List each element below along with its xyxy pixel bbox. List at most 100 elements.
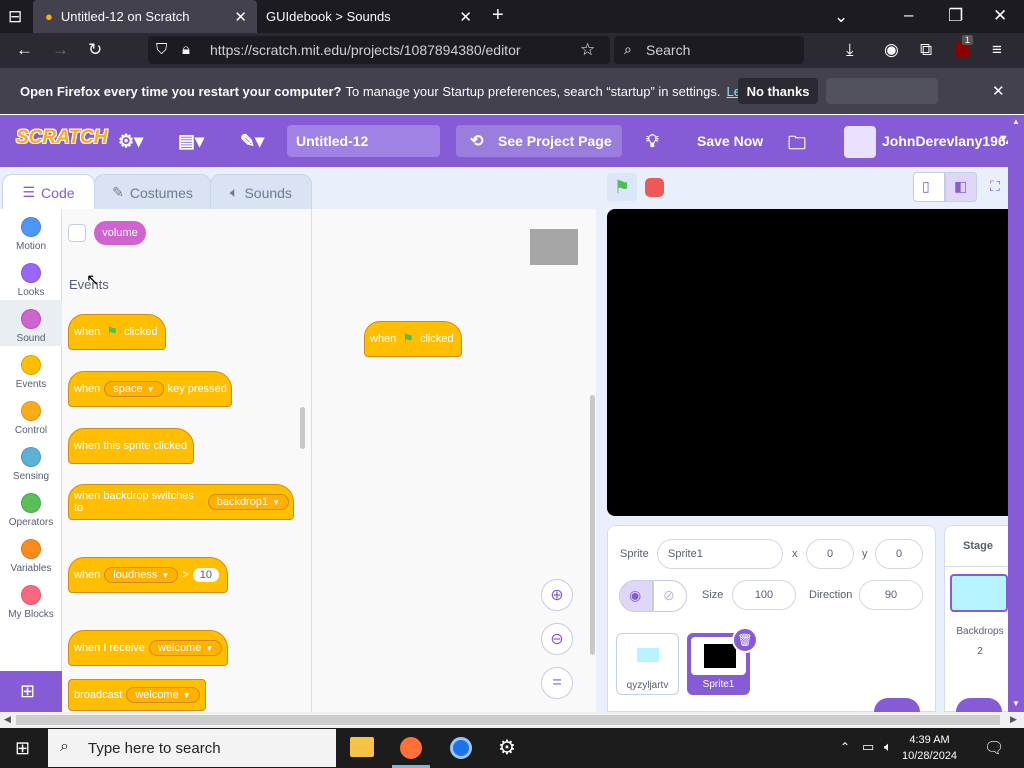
category-events[interactable]: Events <box>0 355 62 390</box>
size-input[interactable]: 100 <box>732 580 796 610</box>
broadcast-dropdown[interactable]: welcome ▼ <box>126 687 200 703</box>
tab-sounds[interactable]: 🔈︎ Sounds <box>210 174 312 210</box>
forward-icon[interactable]: → <box>52 41 69 58</box>
sprite-name-input[interactable]: Sprite1 <box>657 539 783 569</box>
category-my-blocks[interactable]: My Blocks <box>0 585 62 620</box>
volume-icon[interactable]: 🔈︎ <box>884 739 892 755</box>
avatar[interactable] <box>844 126 876 158</box>
network-icon[interactable]: ▭ <box>862 739 874 755</box>
lightbulb-icon[interactable]: 💡︎ <box>646 131 659 152</box>
username[interactable]: JohnDerevlany1964 <box>882 133 1014 149</box>
edit-menu-icon[interactable]: ✎▾ <box>240 131 264 152</box>
scratch-logo[interactable]: SCRATCH <box>16 127 107 149</box>
choose-sprite-button[interactable] <box>874 698 920 712</box>
x-input[interactable]: 0 <box>806 539 854 569</box>
scroll-down-icon[interactable]: ▼ <box>1012 699 1020 708</box>
taskbar-search[interactable]: ⌕ Type here to search <box>48 729 336 767</box>
small-stage-button[interactable]: ▯ <box>913 172 945 202</box>
tab-scratch[interactable]: ● Untitled-12 on Scratch ✕ <box>33 0 257 33</box>
direction-input[interactable]: 90 <box>859 580 923 610</box>
palette-scrollbar[interactable] <box>300 407 305 449</box>
category-sound[interactable]: Sound <box>0 309 62 344</box>
zoom-out-button[interactable]: ⊖ <box>541 623 573 655</box>
close-tab-icon[interactable]: ✕ <box>459 8 472 26</box>
search-field[interactable]: ⌕ Search <box>614 36 804 64</box>
when-flag-clicked-block[interactable]: when ⚑ clicked <box>68 314 166 350</box>
script-when-flag-clicked-block[interactable]: when ⚑ clicked <box>364 321 462 357</box>
notifications-icon[interactable]: 🗨︎ <box>984 738 1004 758</box>
category-sensing[interactable]: Sensing <box>0 447 62 482</box>
category-variables[interactable]: Variables <box>0 539 62 574</box>
address-bar[interactable]: ⛉ 🔒︎ https://scratch.mit.edu/projects/10… <box>148 36 610 64</box>
category-motion[interactable]: Motion <box>0 217 62 252</box>
bookmark-star-icon[interactable]: ☆ <box>580 41 595 58</box>
zoom-reset-button[interactable]: = <box>541 667 573 699</box>
sensor-dropdown[interactable]: loudness ▼ <box>104 567 179 583</box>
download-icon[interactable]: ⤓ <box>846 41 854 58</box>
scroll-left-icon[interactable]: ◀ <box>4 714 11 725</box>
zoom-in-button[interactable]: ⊕ <box>541 579 573 611</box>
when-key-pressed-block[interactable]: when space ▼ key pressed <box>68 371 232 407</box>
tab-list-icon[interactable]: ⊟ <box>8 8 22 25</box>
when-i-receive-block[interactable]: when I receive welcome ▼ <box>68 630 228 666</box>
tab-guidebook[interactable]: GUIdebook > Sounds ✕ <box>258 0 482 33</box>
settings-gear-icon[interactable]: ⚙ <box>498 735 516 760</box>
scroll-right-icon[interactable]: ▶ <box>1010 714 1017 725</box>
page-vertical-scrollbar[interactable]: ▲ ▼ <box>1008 115 1024 712</box>
see-project-page-button[interactable]: ⟲ See Project Page <box>456 125 622 157</box>
hide-sprite-button[interactable]: ⊘ <box>653 580 687 612</box>
no-thanks-button[interactable]: No thanks <box>738 78 818 104</box>
extensions-icon[interactable]: ⧉ <box>920 41 932 58</box>
chrome-icon[interactable] <box>450 737 472 759</box>
category-operators[interactable]: Operators <box>0 493 62 528</box>
back-icon[interactable]: ← <box>16 41 33 58</box>
y-input[interactable]: 0 <box>875 539 923 569</box>
when-sprite-clicked-block[interactable]: when this sprite clicked <box>68 428 194 464</box>
taskbar-clock[interactable]: 4:39 AM 10/28/2024 <box>902 732 957 764</box>
stop-button[interactable] <box>645 178 664 197</box>
normal-stage-button[interactable]: ◧ <box>945 172 977 202</box>
when-backdrop-switches-block[interactable]: when backdrop switches to backdrop1 ▼ <box>68 484 294 520</box>
file-menu-icon[interactable]: ▤▾ <box>178 131 204 152</box>
scroll-up-icon[interactable]: ▲ <box>1012 117 1020 126</box>
windows-start-icon[interactable]: ⊞ <box>15 738 30 759</box>
chevron-down-icon[interactable]: ⌄ <box>834 8 848 25</box>
chevron-up-icon[interactable]: ⌃ <box>840 740 850 754</box>
loudness-value-input[interactable]: 10 <box>192 568 219 582</box>
reload-icon[interactable]: ↻ <box>88 41 102 58</box>
close-window-icon[interactable]: ✕ <box>993 7 1007 24</box>
script-scrollbar[interactable] <box>590 395 595 655</box>
delete-sprite-button[interactable]: 🗑︎ <box>732 627 758 653</box>
close-notification-icon[interactable]: ✕ <box>992 82 1005 100</box>
firefox-icon[interactable] <box>400 737 422 759</box>
menu-icon[interactable]: ≡ <box>992 41 1002 58</box>
volume-reporter-block[interactable]: volume <box>94 221 146 245</box>
show-sprite-button[interactable]: ◉ <box>619 580 653 612</box>
fullscreen-icon[interactable]: ⛶ <box>990 178 1000 195</box>
new-tab-icon[interactable]: + <box>492 5 504 25</box>
stage-canvas[interactable] <box>607 209 1012 516</box>
volume-checkbox[interactable] <box>68 224 86 242</box>
settings-gear-icon[interactable]: ⚙▾ <box>118 131 143 152</box>
notification-secondary-button[interactable] <box>826 78 938 104</box>
category-control[interactable]: Control <box>0 401 62 436</box>
choose-backdrop-button[interactable] <box>956 698 1002 712</box>
file-explorer-icon[interactable] <box>350 737 374 757</box>
broadcast-block[interactable]: broadcast welcome ▼ <box>68 679 206 711</box>
tab-costumes[interactable]: ✎ Costumes <box>94 174 211 210</box>
add-extension-button[interactable]: ⊞ <box>0 671 62 712</box>
save-now-button[interactable]: Save Now <box>697 133 763 149</box>
project-title-input[interactable]: Untitled-12 <box>287 125 440 157</box>
page-horizontal-scrollbar[interactable]: ◀ ▶ <box>0 712 1024 728</box>
message-dropdown[interactable]: welcome ▼ <box>148 640 223 656</box>
when-loudness-block[interactable]: when loudness ▼ > 10 <box>68 557 228 593</box>
sprite-tile[interactable]: qyzyljartv <box>616 633 679 695</box>
backdrop-dropdown[interactable]: backdrop1 ▼ <box>207 494 289 510</box>
tab-code[interactable]: ☰ Code <box>2 174 95 210</box>
key-dropdown[interactable]: space ▼ <box>104 381 164 397</box>
green-flag-button[interactable]: ⚑ <box>607 173 637 201</box>
minimize-icon[interactable]: – <box>904 6 913 23</box>
account-icon[interactable]: ◉ <box>884 41 899 58</box>
scrollbar-thumb[interactable] <box>16 715 1000 725</box>
restore-icon[interactable]: ❐ <box>948 7 963 24</box>
